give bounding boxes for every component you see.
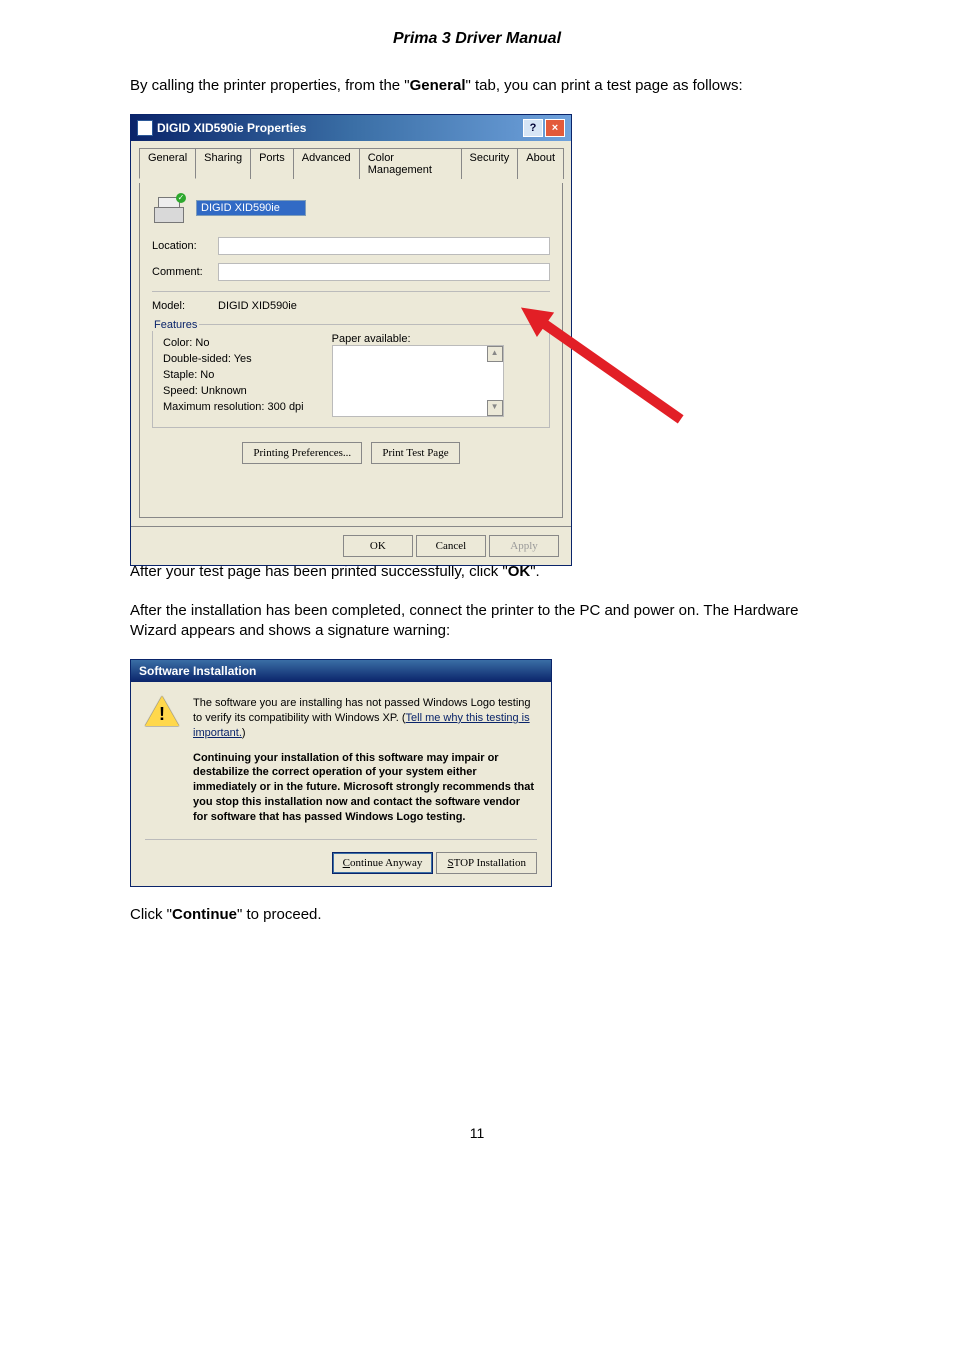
feat-staple: Staple: No <box>163 369 304 381</box>
para1-pre: By calling the printer properties, from … <box>130 77 410 94</box>
feat-color: Color: No <box>163 337 304 349</box>
comment-label: Comment: <box>152 266 212 278</box>
para-4: Click "Continue" to proceed. <box>130 905 824 925</box>
dlg2-title: Software Installation <box>131 660 551 682</box>
titlebar: DIGID XID590ie Properties ? × <box>131 115 571 141</box>
paper-available-label: Paper available: <box>332 333 504 345</box>
para-3: After the installation has been complete… <box>130 601 824 642</box>
properties-dialog-wrap: DIGID XID590ie Properties ? × General Sh… <box>130 114 700 544</box>
dialog-title: DIGID XID590ie Properties <box>157 121 306 135</box>
page-number: 11 <box>130 1125 824 1141</box>
scroll-up-icon[interactable]: ▲ <box>487 346 503 362</box>
tab-ports[interactable]: Ports <box>250 148 294 179</box>
feat-double-sided: Double-sided: Yes <box>163 353 304 365</box>
paper-available-list[interactable]: ▲ ▼ <box>332 345 504 417</box>
stop-rest: TOP Installation <box>454 857 526 869</box>
para-1: By calling the printer properties, from … <box>130 76 824 96</box>
dlg2-text1b: ) <box>242 727 246 739</box>
warning-mark: ! <box>145 704 179 725</box>
printer-icon <box>137 120 153 136</box>
close-button[interactable]: × <box>545 119 565 137</box>
para4-post: " to proceed. <box>237 906 322 923</box>
printer-status-icon: ✓ <box>152 193 186 223</box>
tab-content-general: ✓ DIGID XID590ie Location: Comment: <box>139 183 563 518</box>
tab-sharing[interactable]: Sharing <box>195 148 251 179</box>
para4-bold: Continue <box>172 906 237 923</box>
location-input[interactable] <box>218 237 550 255</box>
location-label: Location: <box>152 240 212 252</box>
warning-icon: ! <box>145 696 179 726</box>
stop-installation-button[interactable]: STOP Installation <box>436 852 537 874</box>
para1-post: " tab, you can print a test page as foll… <box>466 77 743 94</box>
doc-title: Prima 3 Driver Manual <box>130 30 824 48</box>
scroll-down-icon[interactable]: ▼ <box>487 400 503 416</box>
apply-button[interactable]: Apply <box>489 535 559 557</box>
help-button[interactable]: ? <box>523 119 543 137</box>
features-list: Color: No Double-sided: Yes Staple: No S… <box>163 333 304 417</box>
print-test-page-button[interactable]: Print Test Page <box>371 442 459 464</box>
tab-color-management[interactable]: Color Management <box>359 148 462 179</box>
tab-strip: General Sharing Ports Advanced Color Man… <box>139 147 563 179</box>
printing-preferences-button[interactable]: Printing Preferences... <box>242 442 362 464</box>
model-label: Model: <box>152 300 212 312</box>
comment-input[interactable] <box>218 263 550 281</box>
tab-general[interactable]: General <box>139 148 196 179</box>
tab-security[interactable]: Security <box>461 148 519 179</box>
software-installation-dialog: Software Installation ! The software you… <box>130 659 552 887</box>
tab-about[interactable]: About <box>517 148 564 179</box>
feat-resolution: Maximum resolution: 300 dpi <box>163 401 304 413</box>
continue-rest: ontinue Anyway <box>350 857 422 869</box>
cancel-button[interactable]: Cancel <box>416 535 486 557</box>
tab-advanced[interactable]: Advanced <box>293 148 360 179</box>
dlg2-text: The software you are installing has not … <box>193 696 537 825</box>
ok-button[interactable]: OK <box>343 535 413 557</box>
para4-pre: Click " <box>130 906 172 923</box>
continue-anyway-button[interactable]: Continue Anyway <box>332 852 434 874</box>
printer-name-input[interactable]: DIGID XID590ie <box>196 200 306 216</box>
para1-bold: General <box>410 77 466 94</box>
features-label: Features <box>152 319 199 331</box>
dlg2-bold-text: Continuing your installation of this sof… <box>193 751 537 825</box>
feat-speed: Speed: Unknown <box>163 385 304 397</box>
continue-mnemonic: C <box>343 857 350 869</box>
model-value: DIGID XID590ie <box>218 300 297 312</box>
